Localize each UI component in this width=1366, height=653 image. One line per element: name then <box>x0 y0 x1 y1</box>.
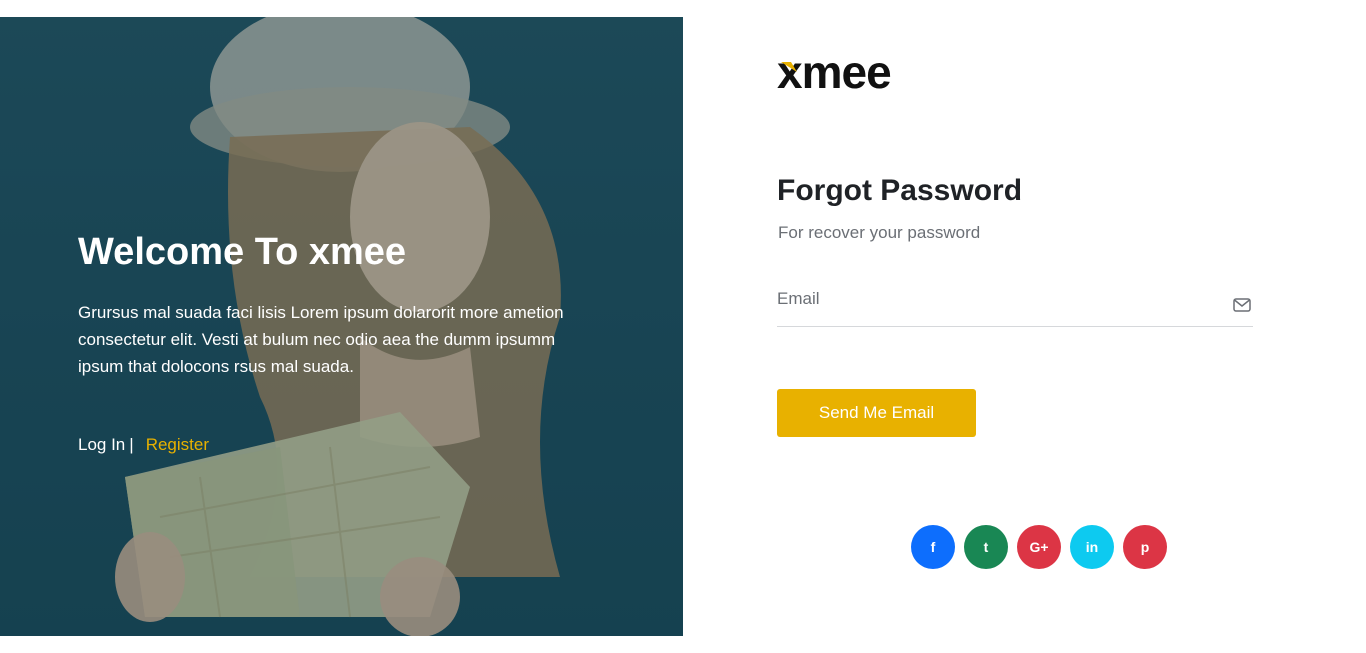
forgot-password-page: Welcome To xmee Grursus mal suada faci l… <box>0 0 1366 653</box>
register-link[interactable]: Register <box>146 435 209 454</box>
linkedin-button[interactable]: in <box>1070 525 1114 569</box>
envelope-icon <box>1233 298 1251 312</box>
email-field <box>777 282 1253 327</box>
form-title: Forgot Password <box>777 174 1023 207</box>
google-plus-button[interactable]: G+ <box>1017 525 1061 569</box>
link-separator: | <box>129 435 134 454</box>
facebook-button[interactable]: f <box>911 525 955 569</box>
hero-auth-links: Log In | Register <box>78 435 209 455</box>
twitter-button[interactable]: t <box>964 525 1008 569</box>
linkedin-icon: in <box>1085 539 1099 555</box>
pinterest-button[interactable]: p <box>1123 525 1167 569</box>
login-link[interactable]: Log In <box>78 435 125 454</box>
hero-description: Grursus mal suada faci lisis Lorem ipsum… <box>78 303 564 376</box>
email-input[interactable] <box>777 282 1217 316</box>
hero-panel: Welcome To xmee Grursus mal suada faci l… <box>0 17 683 636</box>
svg-text:xmee: xmee <box>777 50 891 96</box>
send-email-button[interactable]: Send Me Email <box>777 389 976 437</box>
google-plus-icon: G+ <box>1029 539 1049 555</box>
social-links: f t G+ in p <box>911 525 1167 569</box>
form-subtitle: For recover your password <box>778 223 981 242</box>
twitter-icon: t <box>983 539 989 555</box>
pinterest-icon: p <box>1140 539 1150 555</box>
hero-title: Welcome To xmee <box>78 231 407 273</box>
xmee-logo[interactable]: xmee <box>777 50 942 96</box>
facebook-icon: f <box>930 539 936 555</box>
